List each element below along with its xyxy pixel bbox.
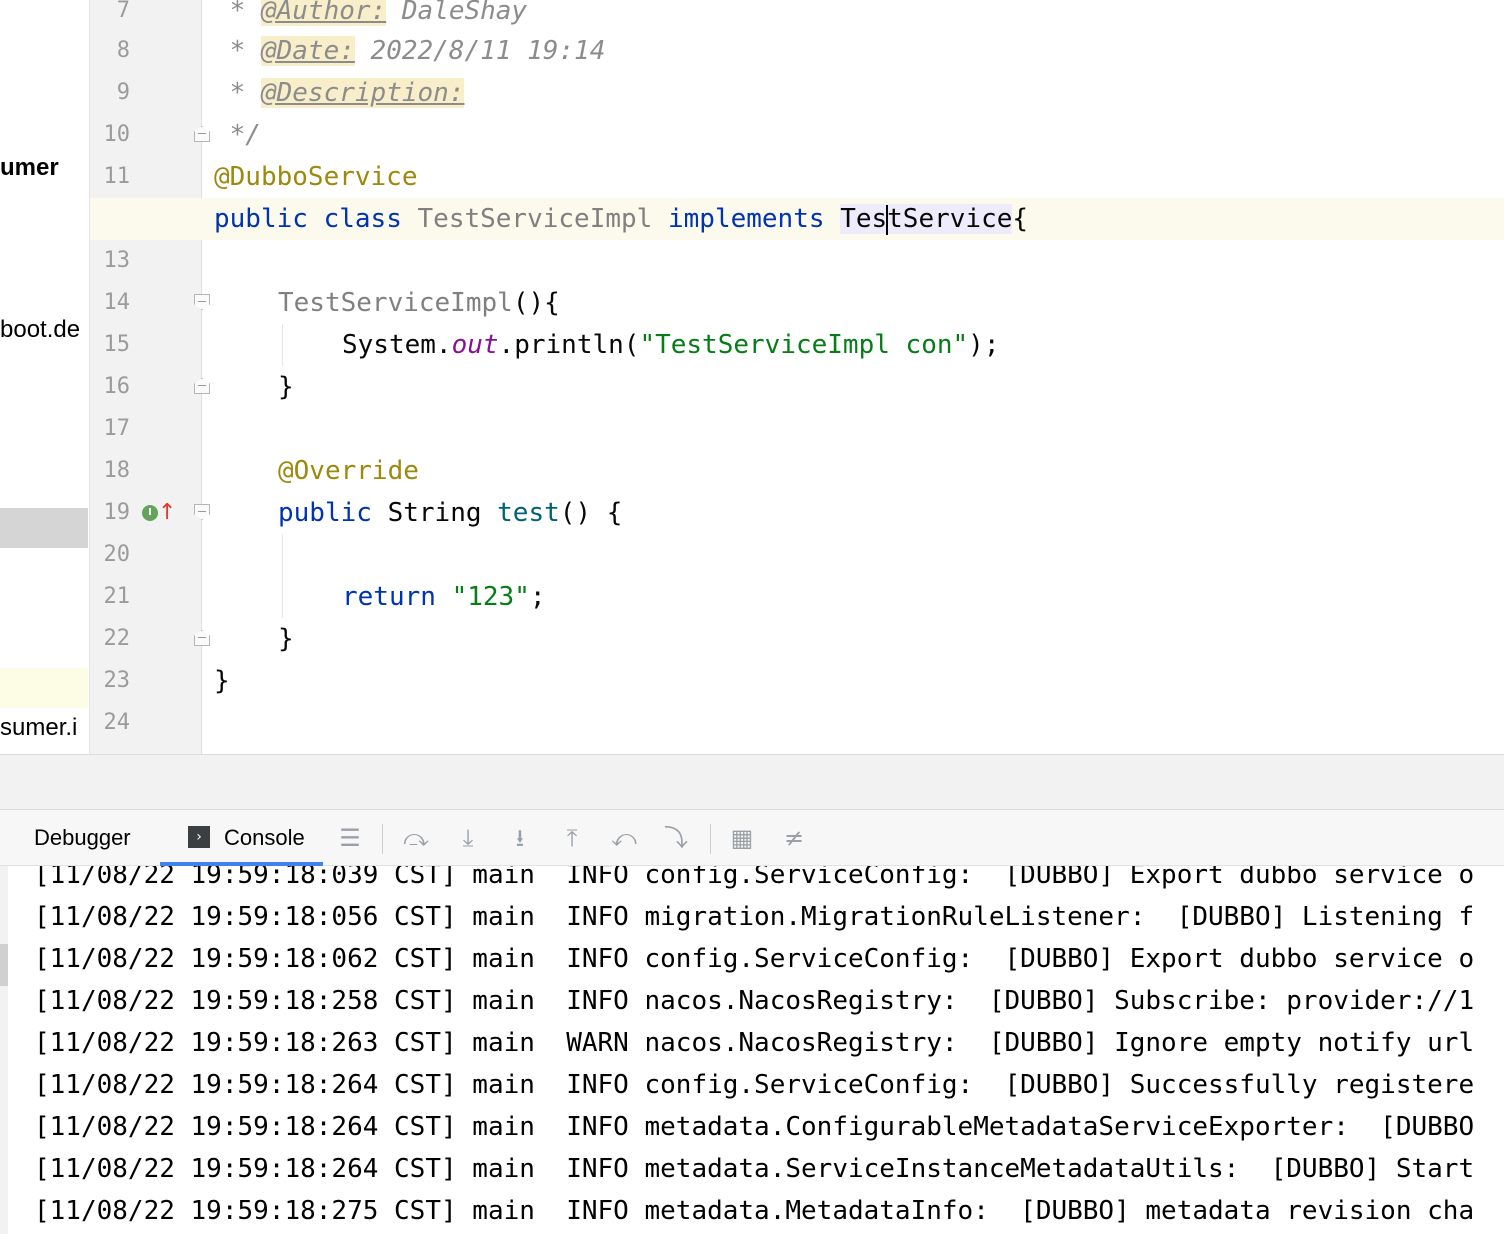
line-number: 22 <box>103 626 131 651</box>
console-icon: › <box>188 826 210 849</box>
console-line: [11/08/22 19:59:18:062 CST] main INFO co… <box>34 944 1475 974</box>
fold-end-icon[interactable] <box>194 630 210 646</box>
line-number: 13 <box>103 248 131 273</box>
line-number: 7 <box>116 0 130 23</box>
code-line-10: */ <box>214 120 261 150</box>
line-number: 14 <box>103 290 131 315</box>
console-line: [11/08/22 19:59:18:263 CST] main WARN na… <box>34 1028 1475 1058</box>
force-step-into-icon[interactable]: ⭳ <box>504 822 536 854</box>
line-number: 16 <box>103 374 131 399</box>
line-number: 9 <box>116 80 130 105</box>
go-to-super-icon[interactable]: ↑ <box>158 502 176 524</box>
fold-start-icon[interactable] <box>194 504 210 520</box>
console-line: [11/08/22 19:59:18:264 CST] main INFO co… <box>34 1070 1475 1100</box>
indent-guide <box>282 534 283 618</box>
line-number: 10 <box>103 122 131 147</box>
line-number: 15 <box>103 332 131 357</box>
console-line: [11/08/22 19:59:18:039 CST] main INFO co… <box>34 866 1475 890</box>
line-number: 24 <box>103 710 131 735</box>
project-tree-item[interactable]: sumer.i <box>0 714 77 742</box>
code-line-19: public String test() { <box>278 498 623 528</box>
code-line-15: System.out.println("TestServiceImpl con"… <box>342 330 1000 360</box>
fold-end-icon[interactable] <box>194 126 210 142</box>
line-number: 19 <box>103 500 131 525</box>
code-line-12: public class TestServiceImpl implements … <box>90 198 1504 240</box>
code-line-22: } <box>278 624 294 654</box>
console-line: [11/08/22 19:59:18:264 CST] main INFO me… <box>34 1154 1475 1184</box>
code-line-18: @Override <box>278 456 419 486</box>
panel-splitter[interactable] <box>0 754 1504 810</box>
step-into-icon[interactable]: ⤓ <box>452 822 484 854</box>
project-tree-highlight[interactable] <box>0 668 88 708</box>
line-number: 18 <box>103 458 131 483</box>
toolbar-separator <box>710 824 711 854</box>
code-line-14: TestServiceImpl(){ <box>278 288 560 318</box>
console-line: [11/08/22 19:59:18:264 CST] main INFO me… <box>34 1112 1475 1142</box>
console-line: [11/08/22 19:59:18:275 CST] main INFO me… <box>34 1196 1475 1226</box>
line-number: 17 <box>103 416 131 441</box>
indent-guide <box>282 324 283 366</box>
evaluate-expression-icon[interactable]: ▦ <box>726 822 758 854</box>
code-line-11: @DubboService <box>214 162 418 192</box>
code-line-16: } <box>278 372 294 402</box>
drop-frame-icon[interactable]: ⤺ <box>608 822 640 854</box>
code-line-21: return "123"; <box>342 582 546 612</box>
code-line-7: * @Author: DaleShay <box>214 0 1504 32</box>
line-number: 23 <box>103 668 131 693</box>
line-number: 20 <box>103 542 131 567</box>
console-output[interactable]: [11/08/22 19:59:18:039 CST] main INFO co… <box>0 866 1504 1234</box>
editor-gutter: 7 8 9 10 11 12 13 14 15 16 17 18 19 20 2… <box>90 0 210 754</box>
menu-icon[interactable]: ☰ <box>334 822 366 854</box>
step-over-icon[interactable]: ⤼ <box>400 822 432 854</box>
tab-console[interactable]: › Console <box>160 810 323 866</box>
debug-toolbar: Debugger › Console ☰ ⤼ ⤓ ⭳ ⤒ ⤺ ⤵ ▦ ≠ <box>0 810 1504 866</box>
line-number: 11 <box>103 164 131 189</box>
line-number: 21 <box>103 584 131 609</box>
line-number: 8 <box>116 38 130 63</box>
console-gutter <box>0 866 8 1234</box>
trace-stream-icon[interactable]: ≠ <box>778 822 810 854</box>
project-tree-item[interactable]: boot.de <box>0 316 80 344</box>
code-line-9: * @Description: <box>214 78 465 108</box>
console-gutter-mark <box>0 944 8 986</box>
code-line-8: * @Date: 2022/8/11 19:14 <box>214 36 606 66</box>
tab-debugger[interactable]: Debugger <box>34 810 131 866</box>
console-line: [11/08/22 19:59:18:056 CST] main INFO mi… <box>34 902 1475 932</box>
code-line-23: } <box>214 666 230 696</box>
code-editor[interactable]: 7 8 9 10 11 12 13 14 15 16 17 18 19 20 2… <box>90 0 1504 754</box>
step-out-icon[interactable]: ⤒ <box>556 822 588 854</box>
console-line: [11/08/22 19:59:18:258 CST] main INFO na… <box>34 986 1475 1016</box>
project-tree-item[interactable]: umer <box>0 154 59 182</box>
fold-end-icon[interactable] <box>194 378 210 394</box>
toolbar-separator <box>382 824 383 854</box>
implements-method-icon[interactable]: I <box>142 505 158 521</box>
project-tree-selection[interactable] <box>0 508 88 548</box>
fold-start-icon[interactable] <box>194 294 210 310</box>
project-panel: umer boot.de sumer.i <box>0 0 90 754</box>
run-to-cursor-icon[interactable]: ⤵ <box>660 822 692 854</box>
code-area[interactable]: * @Author: DaleShay * @Date: 2022/8/11 1… <box>90 0 1504 754</box>
